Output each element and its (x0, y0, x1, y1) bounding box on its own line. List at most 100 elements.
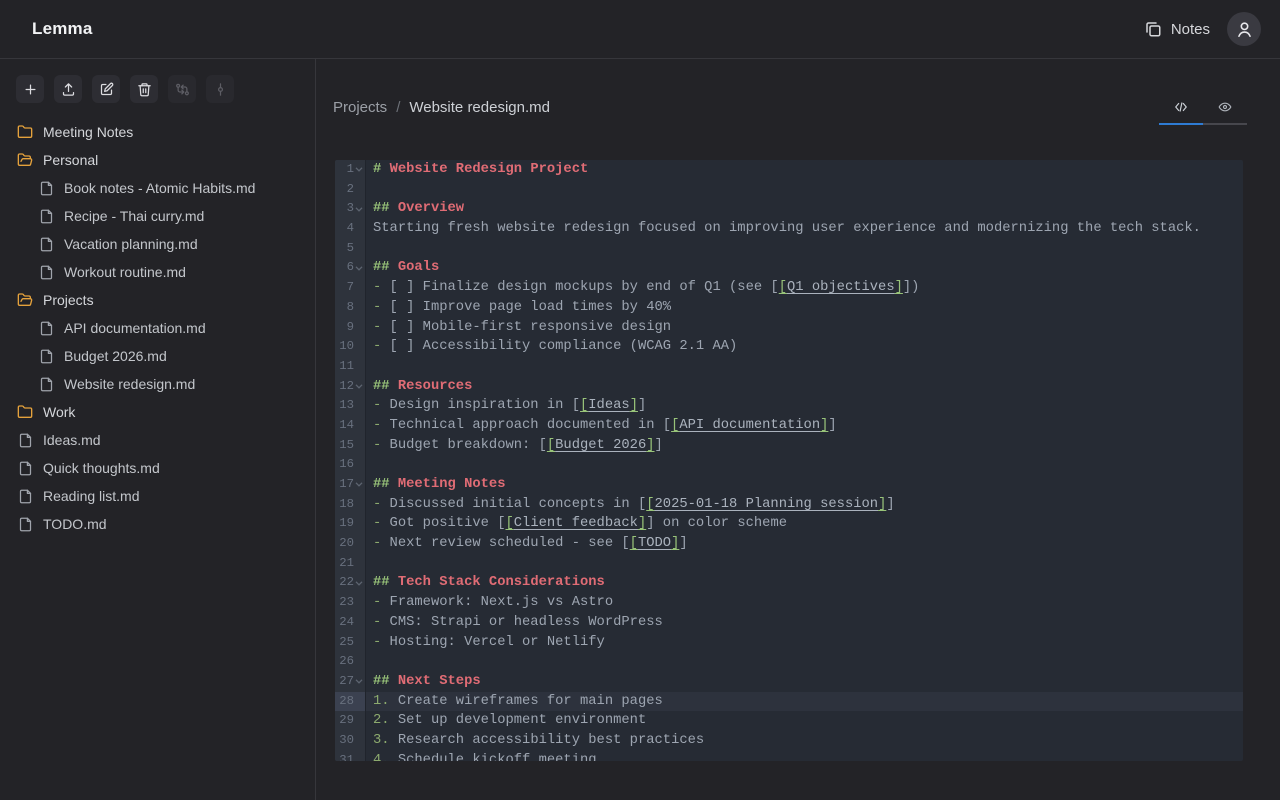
code-line[interactable]: - CMS: Strapi or headless WordPress (366, 613, 1243, 633)
editor-line[interactable]: 23- Framework: Next.js vs Astro (335, 593, 1243, 613)
tab-code-view[interactable] (1159, 94, 1203, 120)
tree-file[interactable]: API documentation.md (0, 314, 315, 342)
fold-toggle-icon[interactable] (354, 679, 364, 684)
editor-line[interactable]: 27## Next Steps (335, 672, 1243, 692)
editor-line[interactable]: 20- Next review scheduled - see [[TODO]] (335, 534, 1243, 554)
avatar[interactable] (1227, 12, 1261, 46)
wiki-link[interactable]: TODO (638, 536, 671, 551)
code-line[interactable]: 3. Research accessibility best practices (366, 731, 1243, 751)
editor-line[interactable]: 26 (335, 652, 1243, 672)
tree-file[interactable]: Recipe - Thai curry.md (0, 202, 315, 230)
editor-line[interactable]: 7- [ ] Finalize design mockups by end of… (335, 278, 1243, 298)
code-line[interactable] (366, 357, 1243, 377)
editor-line[interactable]: 3## Overview (335, 199, 1243, 219)
editor-line[interactable]: 314. Schedule kickoff meeting (335, 751, 1243, 761)
fold-toggle-icon[interactable] (354, 482, 364, 487)
edit-button[interactable] (92, 75, 120, 103)
tree-file[interactable]: Ideas.md (0, 426, 315, 454)
tree-file[interactable]: Book notes - Atomic Habits.md (0, 174, 315, 202)
editor-line[interactable]: 10- [ ] Accessibility compliance (WCAG 2… (335, 337, 1243, 357)
code-line[interactable]: - Got positive [[Client feedback]] on co… (366, 514, 1243, 534)
code-line[interactable] (366, 554, 1243, 574)
tree-file[interactable]: Workout routine.md (0, 258, 315, 286)
code-line[interactable]: - Next review scheduled - see [[TODO]] (366, 534, 1243, 554)
code-line[interactable] (366, 239, 1243, 259)
wiki-link[interactable]: Budget 2026 (555, 438, 646, 453)
editor-line[interactable]: 21 (335, 554, 1243, 574)
editor-line[interactable]: 1# Website Redesign Project (335, 160, 1243, 180)
tree-folder[interactable]: Projects (0, 286, 315, 314)
wiki-link[interactable]: Ideas (588, 398, 629, 413)
tree-file[interactable]: Quick thoughts.md (0, 454, 315, 482)
code-line[interactable] (366, 180, 1243, 200)
editor-line[interactable]: 11 (335, 357, 1243, 377)
code-line[interactable]: - Hosting: Vercel or Netlify (366, 633, 1243, 653)
editor-line[interactable]: 12## Resources (335, 377, 1243, 397)
tree-file[interactable]: Reading list.md (0, 482, 315, 510)
editor-line[interactable]: 5 (335, 239, 1243, 259)
code-line[interactable]: 4. Schedule kickoff meeting (366, 751, 1243, 761)
wiki-link[interactable]: 2025-01-18 Planning session (655, 497, 879, 512)
editor-line[interactable]: 22## Tech Stack Considerations (335, 573, 1243, 593)
fold-toggle-icon[interactable] (354, 266, 364, 271)
code-line[interactable]: - [ ] Improve page load times by 40% (366, 298, 1243, 318)
tree-file[interactable]: TODO.md (0, 510, 315, 538)
fold-toggle-icon[interactable] (354, 207, 364, 212)
code-line[interactable]: ## Next Steps (366, 672, 1243, 692)
editor-line[interactable]: 9- [ ] Mobile-first responsive design (335, 318, 1243, 338)
delete-button[interactable] (130, 75, 158, 103)
code-line[interactable]: - Design inspiration in [[Ideas]] (366, 396, 1243, 416)
fold-toggle-icon[interactable] (354, 384, 364, 389)
code-line[interactable]: Starting fresh website redesign focused … (366, 219, 1243, 239)
editor-line[interactable]: 303. Research accessibility best practic… (335, 731, 1243, 751)
tree-folder[interactable]: Personal (0, 146, 315, 174)
editor-line[interactable]: 281. Create wireframes for main pages (335, 692, 1243, 712)
editor-line[interactable]: 16 (335, 455, 1243, 475)
code-line[interactable]: - [ ] Finalize design mockups by end of … (366, 278, 1243, 298)
editor-line[interactable]: 292. Set up development environment (335, 711, 1243, 731)
editor-line[interactable]: 18- Discussed initial concepts in [[2025… (335, 495, 1243, 515)
code-line[interactable]: ## Tech Stack Considerations (366, 573, 1243, 593)
editor-line[interactable]: 4Starting fresh website redesign focused… (335, 219, 1243, 239)
code-line[interactable]: ## Resources (366, 377, 1243, 397)
editor-line[interactable]: 17## Meeting Notes (335, 475, 1243, 495)
editor-line[interactable]: 25- Hosting: Vercel or Netlify (335, 633, 1243, 653)
code-line[interactable]: # Website Redesign Project (366, 160, 1243, 180)
code-line[interactable]: ## Meeting Notes (366, 475, 1243, 495)
new-note-button[interactable] (16, 75, 44, 103)
code-line[interactable]: - Technical approach documented in [[API… (366, 416, 1243, 436)
fold-toggle-icon[interactable] (354, 581, 364, 586)
upload-button[interactable] (54, 75, 82, 103)
code-line[interactable] (366, 455, 1243, 475)
editor-line[interactable]: 2 (335, 180, 1243, 200)
code-line[interactable]: - [ ] Accessibility compliance (WCAG 2.1… (366, 337, 1243, 357)
tree-folder[interactable]: Meeting Notes (0, 118, 315, 146)
code-line[interactable]: - Budget breakdown: [[Budget 2026]] (366, 436, 1243, 456)
code-line[interactable]: - Discussed initial concepts in [[2025-0… (366, 495, 1243, 515)
code-line[interactable]: - Framework: Next.js vs Astro (366, 593, 1243, 613)
wiki-link[interactable]: Q1 objectives (787, 280, 895, 295)
code-line[interactable] (366, 652, 1243, 672)
notes-button[interactable]: Notes (1144, 20, 1210, 38)
code-line[interactable]: 1. Create wireframes for main pages (366, 692, 1243, 712)
editor-line[interactable]: 24- CMS: Strapi or headless WordPress (335, 613, 1243, 633)
editor-line[interactable]: 13- Design inspiration in [[Ideas]] (335, 396, 1243, 416)
wiki-link[interactable]: Client feedback (514, 516, 638, 531)
tree-file[interactable]: Budget 2026.md (0, 342, 315, 370)
tree-file[interactable]: Website redesign.md (0, 370, 315, 398)
breadcrumb-folder[interactable]: Projects (333, 99, 387, 116)
code-line[interactable]: ## Goals (366, 258, 1243, 278)
tree-file[interactable]: Vacation planning.md (0, 230, 315, 258)
editor-line[interactable]: 6## Goals (335, 258, 1243, 278)
code-line[interactable]: - [ ] Mobile-first responsive design (366, 318, 1243, 338)
editor-line[interactable]: 19- Got positive [[Client feedback]] on … (335, 514, 1243, 534)
tab-preview[interactable] (1203, 94, 1247, 120)
editor[interactable]: 1# Website Redesign Project23## Overview… (335, 160, 1243, 761)
code-line[interactable]: ## Overview (366, 199, 1243, 219)
editor-line[interactable]: 14- Technical approach documented in [[A… (335, 416, 1243, 436)
fold-toggle-icon[interactable] (354, 167, 364, 172)
tree-folder[interactable]: Work (0, 398, 315, 426)
editor-line[interactable]: 15- Budget breakdown: [[Budget 2026]] (335, 436, 1243, 456)
editor-line[interactable]: 8- [ ] Improve page load times by 40% (335, 298, 1243, 318)
code-line[interactable]: 2. Set up development environment (366, 711, 1243, 731)
